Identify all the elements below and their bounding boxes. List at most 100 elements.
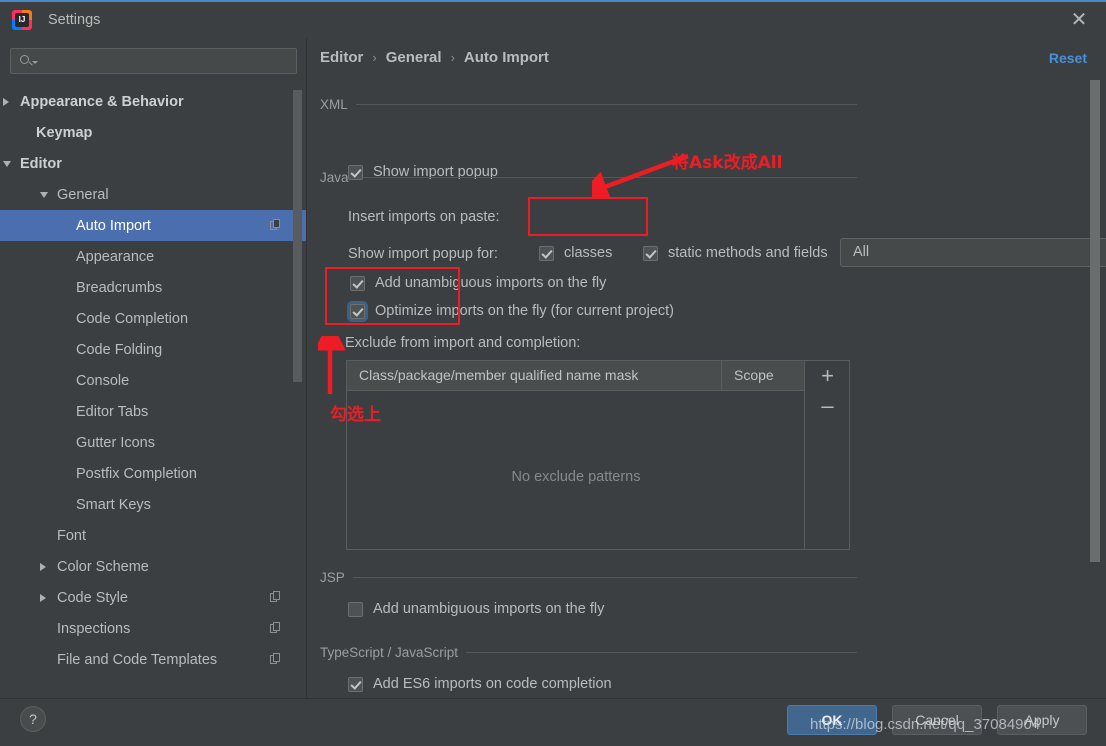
sidebar-item-label: Console <box>76 372 130 389</box>
main-panel: Editor › General › Auto Import Reset XML… <box>307 38 1106 698</box>
sidebar-item-postfix-completion[interactable]: Postfix Completion <box>0 458 307 489</box>
sidebar-item-appearance[interactable]: Appearance <box>0 241 307 272</box>
sidebar-item-gutter-icons[interactable]: Gutter Icons <box>0 427 307 458</box>
sidebar-item-general[interactable]: General <box>0 179 307 210</box>
section-header-typescript: TypeScript / JavaScript <box>320 645 857 660</box>
checkbox-row-add-unambiguous-java[interactable]: Add unambiguous imports on the fly <box>350 275 606 291</box>
sidebar: Appearance & Behavior Keymap Editor General… <box>0 38 307 698</box>
sidebar-item-label: Inspections <box>57 620 131 637</box>
checkbox-row-add-unambiguous-jsp[interactable]: Add unambiguous imports on the fly <box>348 601 604 617</box>
sidebar-item-keymap[interactable]: Keymap <box>0 117 307 148</box>
breadcrumb-separator-icon: › <box>450 50 455 65</box>
sidebar-item-label: Code Completion <box>76 310 189 327</box>
main-scrollbar[interactable] <box>1090 80 1100 562</box>
section-title-java: Java <box>320 170 349 185</box>
checkbox-row-optimize-imports[interactable]: Optimize imports on the fly (for current… <box>347 300 674 322</box>
table-header-row: Class/package/member qualified name mask… <box>347 361 805 391</box>
logo-text: IJ <box>15 13 29 27</box>
copy-icon[interactable] <box>270 653 281 665</box>
chevron-right-icon[interactable] <box>40 593 46 602</box>
chevron-down-icon[interactable] <box>3 160 11 167</box>
checkbox-label: static methods and fields <box>668 245 828 261</box>
sidebar-item-inspections[interactable]: Inspections <box>0 613 307 644</box>
cancel-button[interactable]: Cancel <box>892 705 982 735</box>
checkbox-add-unambiguous-imports-jsp[interactable] <box>348 601 363 617</box>
checkbox-label: Add ES6 imports on code completion <box>373 676 612 692</box>
copy-icon[interactable] <box>270 219 281 231</box>
sidebar-item-color-scheme[interactable]: Color Scheme <box>0 551 307 582</box>
sidebar-item-appearance-behavior[interactable]: Appearance & Behavior <box>0 86 307 117</box>
sidebar-item-editor-tabs[interactable]: Editor Tabs <box>0 396 307 427</box>
sidebar-item-console[interactable]: Console <box>0 365 307 396</box>
checkbox-label: Optimize imports on the fly (for current… <box>375 303 674 319</box>
checkbox-label: Add unambiguous imports on the fly <box>375 275 607 291</box>
checkbox-row-classes[interactable]: classes <box>539 245 612 261</box>
sidebar-item-code-completion[interactable]: Code Completion <box>0 303 307 334</box>
sidebar-item-smart-keys[interactable]: Smart Keys <box>0 489 307 520</box>
dropdown-value: All <box>853 244 870 260</box>
sidebar-item-label: General <box>57 186 109 203</box>
sidebar-item-label: Color Scheme <box>57 558 149 575</box>
search-icon <box>20 55 29 64</box>
checkbox-classes[interactable] <box>539 245 554 261</box>
breadcrumb-item-general[interactable]: General <box>386 49 442 66</box>
remove-pattern-button[interactable]: – <box>805 391 850 421</box>
intellij-logo-icon: IJ <box>12 10 32 30</box>
settings-tree: Appearance & Behavior Keymap Editor General… <box>0 86 307 675</box>
help-button[interactable]: ? <box>20 706 46 732</box>
add-pattern-button[interactable]: + <box>805 361 850 391</box>
settings-dialog: IJ Settings ✕ Appearance & Behavior Keyma… <box>0 0 1106 746</box>
sidebar-item-label: Code Folding <box>76 341 163 358</box>
apply-button[interactable]: Apply <box>997 705 1087 735</box>
table-column-header-scope[interactable]: Scope <box>722 361 805 390</box>
search-container <box>0 38 307 74</box>
section-header-xml: XML <box>320 97 857 112</box>
copy-icon[interactable] <box>270 622 281 634</box>
sidebar-item-label: Appearance <box>76 248 155 265</box>
table-toolbar: + – <box>804 361 849 549</box>
section-title-typescript: TypeScript / JavaScript <box>320 645 459 660</box>
checkbox-add-unambiguous-imports-java[interactable] <box>350 275 365 291</box>
sidebar-item-file-and-code-templates[interactable]: File and Code Templates <box>0 644 307 675</box>
section-divider <box>352 577 857 578</box>
checkbox-label: classes <box>564 245 613 261</box>
sidebar-item-breadcrumbs[interactable]: Breadcrumbs <box>0 272 307 303</box>
sidebar-item-label: Font <box>57 527 87 544</box>
sidebar-item-label: Keymap <box>36 124 93 141</box>
sidebar-item-code-folding[interactable]: Code Folding <box>0 334 307 365</box>
ok-button[interactable]: OK <box>787 705 877 735</box>
title-bar: IJ Settings ✕ <box>0 2 1106 38</box>
label-exclude-from-import: Exclude from import and completion: <box>345 335 581 351</box>
table-body[interactable]: No exclude patterns <box>347 391 805 549</box>
breadcrumb-item-editor[interactable]: Editor <box>320 49 363 66</box>
section-title-jsp: JSP <box>320 570 345 585</box>
search-box[interactable] <box>10 48 297 74</box>
checkbox-add-es6-imports[interactable] <box>348 676 363 692</box>
checkbox-row-static-methods[interactable]: static methods and fields <box>643 245 828 261</box>
close-icon[interactable]: ✕ <box>1066 8 1092 32</box>
sidebar-item-code-style[interactable]: Code Style <box>0 582 307 613</box>
sidebar-item-label: Code Style <box>57 589 128 606</box>
window-title: Settings <box>48 12 101 28</box>
sidebar-scrollbar[interactable] <box>293 90 302 382</box>
checkbox-row-add-es6-imports[interactable]: Add ES6 imports on code completion <box>348 676 612 692</box>
checkbox-optimize-imports-on-the-fly[interactable] <box>347 300 368 322</box>
sidebar-item-font[interactable]: Font <box>0 520 307 551</box>
chevron-right-icon[interactable] <box>3 97 9 106</box>
breadcrumb: Editor › General › Auto Import <box>320 49 549 66</box>
search-input[interactable] <box>43 49 290 73</box>
table-column-header-mask[interactable]: Class/package/member qualified name mask <box>347 361 722 390</box>
copy-icon[interactable] <box>270 591 281 603</box>
section-header-java: Java <box>320 170 857 185</box>
sidebar-item-label: Postfix Completion <box>76 465 197 482</box>
chevron-down-icon <box>32 61 38 64</box>
insert-imports-dropdown[interactable]: All <box>840 238 1106 267</box>
checkbox-static-methods-and-fields[interactable] <box>643 245 658 261</box>
sidebar-item-auto-import[interactable]: Auto Import <box>0 210 307 241</box>
chevron-down-icon[interactable] <box>40 191 48 198</box>
breadcrumb-item-auto-import[interactable]: Auto Import <box>464 49 549 66</box>
label-show-import-popup-for: Show import popup for: <box>348 246 498 262</box>
reset-link[interactable]: Reset <box>1049 50 1087 66</box>
sidebar-item-editor[interactable]: Editor <box>0 148 307 179</box>
chevron-right-icon[interactable] <box>40 562 46 571</box>
